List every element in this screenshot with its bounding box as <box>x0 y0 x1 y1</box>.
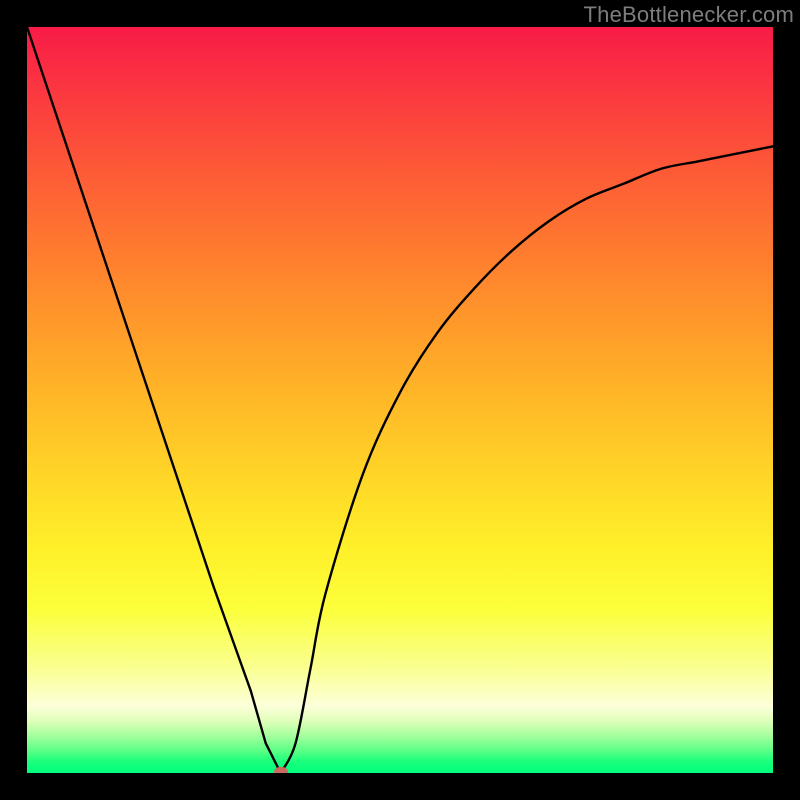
chart-frame: TheBottlenecker.com <box>0 0 800 800</box>
bottleneck-curve <box>27 27 773 773</box>
optimal-marker <box>274 767 288 773</box>
watermark: TheBottlenecker.com <box>584 2 794 28</box>
curve-path <box>27 27 773 773</box>
plot-area <box>27 27 773 773</box>
